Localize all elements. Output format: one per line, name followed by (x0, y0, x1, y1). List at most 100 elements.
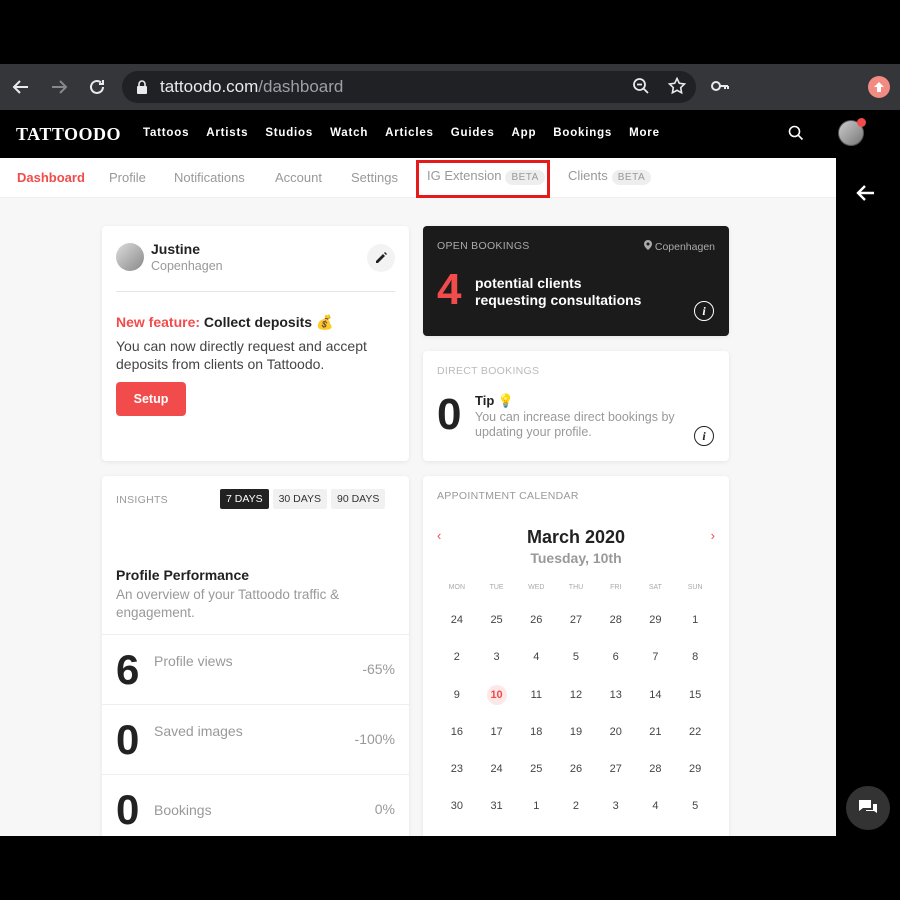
calendar-day[interactable]: 18 (516, 726, 556, 763)
next-month-button[interactable]: › (711, 528, 715, 543)
calendar-day[interactable]: 27 (556, 614, 596, 651)
insights-label: INSIGHTS (116, 494, 168, 506)
calendar-day[interactable]: 23 (437, 763, 477, 800)
calendar-day[interactable]: 8 (675, 651, 715, 688)
calendar-day[interactable]: 1 (516, 800, 556, 836)
calendar-day[interactable]: 26 (516, 614, 556, 651)
calendar-day[interactable]: 2 (556, 800, 596, 836)
dashboard-content: Dashboard Profile Notifications Account … (0, 158, 836, 836)
calendar-day[interactable]: 5 (675, 800, 715, 836)
tab-profile[interactable]: Profile (109, 170, 146, 185)
info-icon[interactable]: i (694, 301, 714, 321)
tab-settings[interactable]: Settings (351, 170, 398, 185)
calendar-day[interactable]: 6 (596, 651, 636, 688)
calendar-day[interactable]: 30 (437, 800, 477, 836)
nav-app[interactable]: App (512, 127, 537, 139)
calendar-day[interactable]: 25 (477, 614, 517, 651)
tab-account[interactable]: Account (275, 170, 322, 185)
calendar-day[interactable]: 9 (437, 689, 477, 726)
calendar-day[interactable]: 17 (477, 726, 517, 763)
reload-button[interactable] (78, 64, 116, 110)
open-bookings-card[interactable]: OPEN BOOKINGS Copenhagen 4 potential cli… (423, 226, 729, 336)
back-button[interactable] (2, 64, 40, 110)
extension-icon[interactable] (868, 76, 890, 98)
calendar-day[interactable]: 14 (636, 689, 676, 726)
calendar-day[interactable]: 20 (596, 726, 636, 763)
prev-month-button[interactable]: ‹ (437, 528, 441, 543)
range-30-days[interactable]: 30 DAYS (272, 489, 327, 509)
calendar-day[interactable]: 25 (516, 763, 556, 800)
calendar-day[interactable]: 13 (596, 689, 636, 726)
insights-card: INSIGHTS 7 DAYS 30 DAYS 90 DAYS Profile … (102, 476, 409, 836)
nav-watch[interactable]: Watch (330, 127, 368, 139)
calendar-day[interactable]: 3 (477, 651, 517, 688)
calendar-day[interactable]: 12 (556, 689, 596, 726)
direct-bookings-label: DIRECT BOOKINGS (437, 365, 540, 377)
calendar-day[interactable]: 16 (437, 726, 477, 763)
nav-artists[interactable]: Artists (206, 127, 248, 139)
calendar-day[interactable]: 11 (516, 689, 556, 726)
calendar-day[interactable]: 4 (516, 651, 556, 688)
calendar-day[interactable]: 28 (636, 763, 676, 800)
tab-clients[interactable]: Clients BETA (568, 168, 652, 185)
info-icon[interactable]: i (694, 426, 714, 446)
calendar-day[interactable]: 1 (675, 614, 715, 651)
calendar-day[interactable]: 26 (556, 763, 596, 800)
calendar-weekday: SUN (687, 584, 703, 591)
calendar-day[interactable]: 2 (437, 651, 477, 688)
chat-icon (859, 800, 877, 813)
calendar-day[interactable]: 19 (556, 726, 596, 763)
calendar-day[interactable]: 22 (675, 726, 715, 763)
calendar-day[interactable]: 5 (556, 651, 596, 688)
arrow-left-icon (12, 80, 28, 94)
pin-icon (643, 240, 652, 250)
key-icon[interactable] (710, 76, 730, 96)
range-7-days[interactable]: 7 DAYS (220, 489, 269, 509)
calendar-selected-day: Tuesday, 10th (530, 550, 622, 566)
calendar-day[interactable]: 15 (675, 689, 715, 726)
calendar-day[interactable]: 31 (477, 800, 517, 836)
range-tabs: 7 DAYS 30 DAYS 90 DAYS (220, 489, 386, 509)
arrow-left-icon[interactable] (856, 183, 876, 203)
setup-button[interactable]: Setup (116, 382, 186, 416)
forward-button[interactable] (40, 64, 78, 110)
star-icon[interactable] (668, 77, 686, 95)
nav-more[interactable]: More (629, 127, 660, 139)
search-icon[interactable] (788, 125, 804, 141)
edit-profile-button[interactable] (367, 244, 395, 272)
site-header: TATTOODO Tattoos Artists Studios Watch A… (0, 110, 900, 158)
logo[interactable]: TATTOODO (16, 124, 121, 145)
calendar-day[interactable]: 7 (636, 651, 676, 688)
nav-studios[interactable]: Studios (265, 127, 313, 139)
zoom-icon[interactable] (632, 77, 650, 95)
open-bookings-count: 4 (437, 265, 462, 314)
address-bar[interactable]: tattoodo.com/dashboard (122, 71, 696, 103)
profile-location: Copenhagen (151, 259, 223, 273)
avatar[interactable] (116, 243, 144, 271)
nav-bookings[interactable]: Bookings (553, 127, 612, 139)
calendar-day[interactable]: 24 (437, 614, 477, 651)
reload-icon (90, 79, 104, 94)
calendar-day[interactable]: 29 (675, 763, 715, 800)
calendar-day[interactable]: 29 (636, 614, 676, 651)
calendar-day[interactable]: 3 (596, 800, 636, 836)
metric-row-profile-views: 6 Profile views -65% (102, 634, 409, 704)
range-90-days[interactable]: 90 DAYS (331, 489, 386, 509)
tab-notifications[interactable]: Notifications (174, 170, 245, 185)
calendar-day[interactable]: 27 (596, 763, 636, 800)
calendar-day[interactable]: 21 (636, 726, 676, 763)
nav-tattoos[interactable]: Tattoos (143, 127, 189, 139)
tab-dashboard[interactable]: Dashboard (17, 170, 85, 185)
calendar-day[interactable]: 28 (596, 614, 636, 651)
feature-title: New feature: Collect deposits 💰 (116, 314, 334, 330)
profile-card: Justine Copenhagen New feature: Collect … (102, 226, 409, 461)
main-nav: Tattoos Artists Studios Watch Articles G… (143, 127, 677, 139)
nav-guides[interactable]: Guides (451, 127, 495, 139)
metric-value: 6 (116, 646, 140, 693)
nav-articles[interactable]: Articles (385, 127, 434, 139)
calendar-day[interactable]: 24 (477, 763, 517, 800)
calendar-day-selected[interactable]: 10 (477, 684, 517, 726)
calendar-day[interactable]: 4 (636, 800, 676, 836)
chat-button[interactable] (846, 786, 890, 830)
user-avatar[interactable] (838, 118, 866, 146)
